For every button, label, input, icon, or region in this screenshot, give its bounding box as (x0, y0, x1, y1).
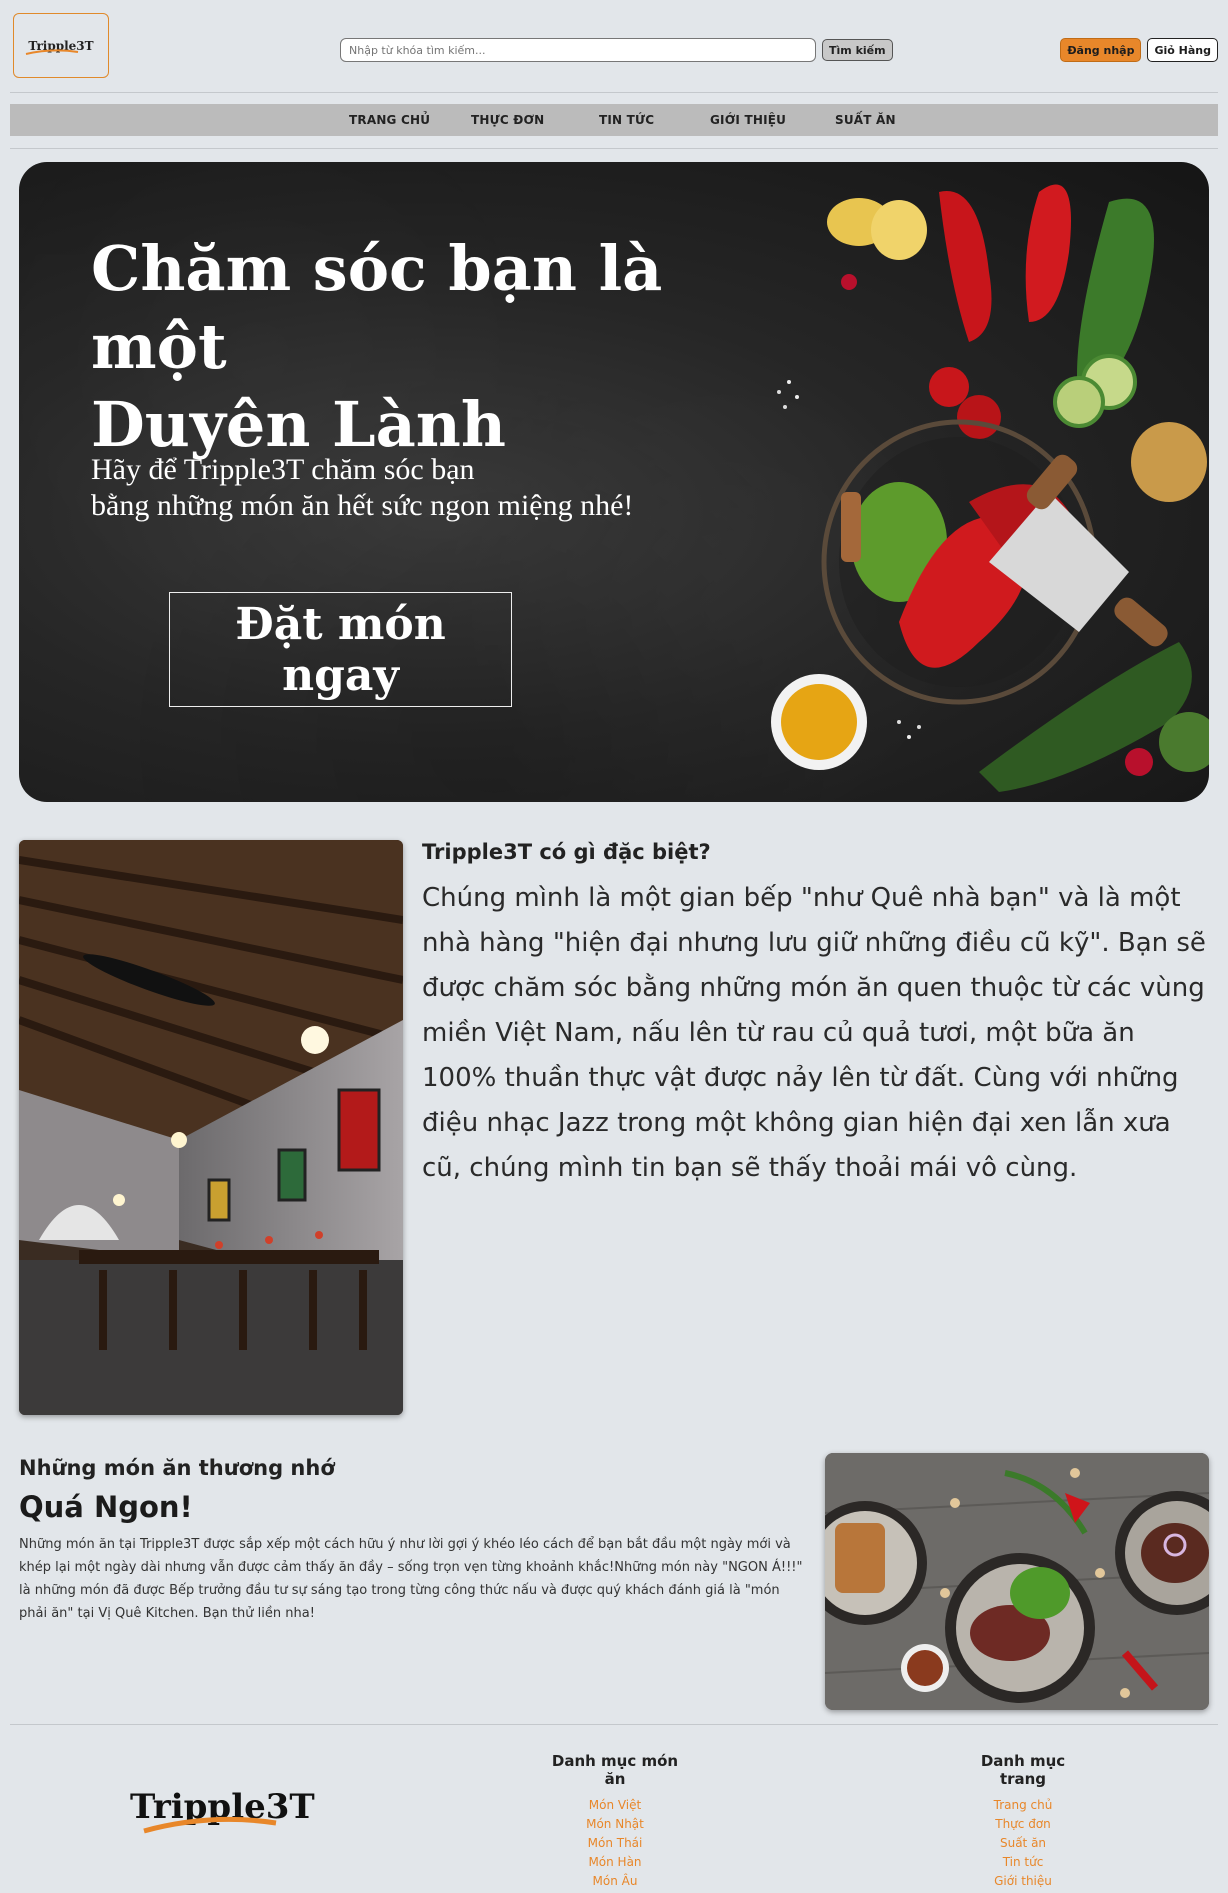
footer-link-korean[interactable]: Món Hàn (545, 1853, 685, 1872)
account-actions: Đăng nhập Giỏ Hàng (1060, 38, 1218, 62)
footer-link-about[interactable]: Giới thiệu (958, 1872, 1088, 1891)
nav-item-meals[interactable]: SUẤT ĂN (835, 113, 896, 127)
dishes-heading: Những món ăn thương nhớ (19, 1456, 335, 1480)
hero-subtitle-line: Hãy để Tripple3T chăm sóc bạn (91, 453, 475, 486)
footer-page-categories: Danh mục trang Trang chủ Thực đơn Suất ă… (958, 1752, 1088, 1891)
nav-item-home[interactable]: TRANG CHỦ (349, 113, 430, 127)
nav-item-about[interactable]: GIỚI THIỆU (710, 113, 786, 127)
restaurant-interior-image (19, 840, 403, 1415)
site-header: Tripple3T Tìm kiếm Đăng nhập Giỏ Hàng (0, 0, 1228, 92)
about-heading: Tripple3T có gì đặc biệt? (422, 840, 711, 864)
nav-item-news[interactable]: TIN TỨC (599, 113, 654, 127)
divider (10, 1724, 1218, 1725)
footer-link-home[interactable]: Trang chủ (958, 1796, 1088, 1815)
dishes-image (825, 1453, 1209, 1710)
hero-subtitle-line: bằng những món ăn hết sức ngon miệng nhé… (91, 489, 634, 522)
vegetables-image (771, 184, 1209, 792)
divider (10, 92, 1218, 93)
order-now-button[interactable]: Đặt món ngay (169, 592, 512, 707)
search-input[interactable] (340, 38, 816, 62)
footer-food-categories: Danh mục món ăn Món Việt Món Nhật Món Th… (545, 1752, 685, 1891)
hero-subtitle: Hãy để Tripple3T chăm sóc bạn bằng những… (91, 452, 711, 524)
nav-item-menu[interactable]: THỰC ĐƠN (471, 113, 544, 127)
about-body: Chúng mình là một gian bếp "như Quê nhà … (422, 883, 1206, 1183)
footer-logo[interactable]: Tripple3T (130, 1787, 315, 1834)
footer-col-title: Danh mục trang (980, 1752, 1066, 1788)
footer-link-vietnamese[interactable]: Món Việt (545, 1796, 685, 1815)
footer-link-meals[interactable]: Suất ăn (958, 1834, 1088, 1853)
logo-link[interactable]: Tripple3T (13, 13, 109, 78)
footer-link-european[interactable]: Món Âu (545, 1872, 685, 1891)
search-bar: Tìm kiếm (340, 38, 893, 62)
logo-swoosh-icon (143, 1816, 277, 1834)
hero-banner: Chăm sóc bạn là một Duyên Lành Hãy để Tr… (19, 162, 1209, 802)
footer-link-japanese[interactable]: Món Nhật (545, 1815, 685, 1834)
dishes-body: Những món ăn tại Tripple3T được sắp xếp … (19, 1537, 803, 1621)
login-button[interactable]: Đăng nhập (1060, 38, 1142, 62)
main-nav: TRANG CHỦ THỰC ĐƠN TIN TỨC GIỚI THIỆU SU… (10, 104, 1218, 136)
footer-col-title: Danh mục món ăn (551, 1752, 679, 1788)
hero-title-line: Chăm sóc bạn là một (91, 232, 663, 383)
footer-link-news[interactable]: Tin tức (958, 1853, 1088, 1872)
logo: Tripple3T (26, 39, 94, 55)
search-button[interactable]: Tìm kiếm (822, 39, 893, 61)
footer-link-thai[interactable]: Món Thái (545, 1834, 685, 1853)
hero-title: Chăm sóc bạn là một Duyên Lành (91, 230, 771, 464)
logo-swoosh-icon (26, 48, 79, 55)
cart-button[interactable]: Giỏ Hàng (1147, 38, 1218, 62)
footer-link-menu[interactable]: Thực đơn (958, 1815, 1088, 1834)
divider (10, 148, 1218, 149)
dishes-title: Quá Ngon! (19, 1490, 193, 1524)
